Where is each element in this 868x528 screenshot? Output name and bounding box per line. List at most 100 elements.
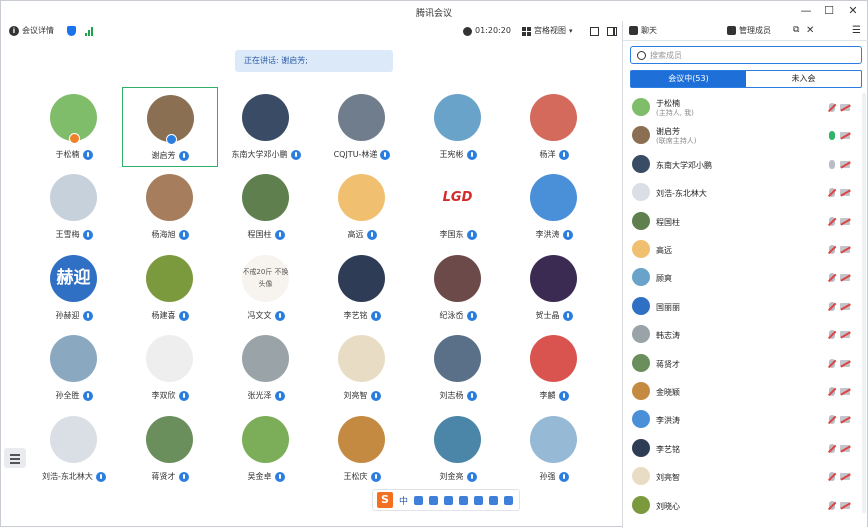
participant-tile[interactable]: 李艺铭 [314, 248, 410, 328]
participant-tile[interactable]: LGD 李国东 [410, 167, 506, 247]
camera-icon[interactable] [840, 160, 850, 168]
member-row[interactable]: 高远 [623, 235, 868, 263]
member-row[interactable]: 刘亮智 [623, 462, 868, 490]
microphone-icon[interactable] [829, 358, 835, 368]
member-search-input[interactable] [650, 50, 850, 60]
participant-tile[interactable]: 吴金卓 [218, 409, 314, 489]
participant-tile[interactable]: CQJTU-林递 [314, 87, 410, 167]
participant-tile[interactable]: 王雪梅 [26, 167, 122, 247]
camera-icon[interactable] [840, 104, 850, 111]
camera-icon[interactable] [840, 359, 850, 367]
member-row[interactable]: 刘晓心 [623, 491, 868, 519]
member-row[interactable]: 程国柱 [623, 207, 868, 235]
microphone-icon[interactable] [829, 188, 835, 198]
participant-tile[interactable]: 王宪彬 [410, 87, 506, 167]
member-row[interactable]: 李洪涛 [623, 405, 868, 433]
participant-tile[interactable]: 谢启芳 [122, 87, 218, 167]
apps-icon[interactable] [489, 495, 499, 505]
participant-tile[interactable]: 杨海旭 [122, 167, 218, 247]
network-status[interactable] [85, 25, 93, 37]
participant-tile[interactable]: 蒋贤才 [122, 409, 218, 489]
panel-menu-icon[interactable]: ☰ [852, 25, 861, 36]
skin-icon[interactable] [459, 495, 469, 505]
camera-icon[interactable] [840, 217, 850, 225]
participant-tile[interactable]: 于松楠 [26, 87, 122, 167]
participant-tile[interactable]: 张光泽 [218, 328, 314, 408]
member-list-scrollbar[interactable] [862, 93, 866, 513]
camera-icon[interactable] [840, 444, 850, 452]
member-search-box[interactable] [630, 46, 862, 64]
participant-tile[interactable]: 刘亮智 [314, 328, 410, 408]
tab-chat[interactable]: 聊天 [629, 25, 657, 36]
participant-tile[interactable]: 李麟 [506, 328, 602, 408]
microphone-icon[interactable] [829, 245, 835, 254]
keyboard-icon[interactable] [444, 495, 454, 505]
filter-not-joined[interactable]: 未入会 [746, 71, 861, 87]
participant-tile[interactable]: 东南大学邓小鹏 [218, 87, 314, 167]
member-row[interactable]: 金晓颖 [623, 377, 868, 405]
maximize-icon[interactable]: ☐ [822, 4, 836, 18]
camera-icon[interactable] [840, 331, 850, 339]
camera-icon[interactable] [840, 132, 850, 140]
microphone-icon[interactable] [829, 273, 835, 283]
member-row[interactable]: 东南大学邓小鹏 [623, 150, 868, 178]
participant-tile[interactable]: 刘浩-东北林大 [26, 409, 122, 489]
member-row[interactable]: 谢启芳 (联席主持人) [623, 121, 868, 149]
member-row[interactable]: 韩志涛 [623, 320, 868, 348]
participant-tile[interactable]: 李洪涛 [506, 167, 602, 247]
participant-tile[interactable]: 不戒20斤 不换头像 冯文文 [218, 248, 314, 328]
minimize-icon[interactable]: — [799, 4, 813, 18]
microphone-icon[interactable] [429, 495, 439, 505]
filter-in-meeting[interactable]: 会议中(53) [631, 71, 746, 87]
participant-tile[interactable]: 杨洋 [506, 87, 602, 167]
microphone-icon[interactable] [829, 472, 835, 482]
ime-lang-toggle[interactable]: 中 [399, 494, 408, 507]
participant-tile[interactable]: 刘金亮 [410, 409, 506, 489]
camera-icon[interactable] [840, 473, 850, 481]
close-panel-icon[interactable]: ✕ [806, 25, 814, 36]
more-menu-button[interactable] [4, 448, 26, 468]
view-mode-dropdown[interactable]: 宫格视图 ▾ [522, 25, 573, 37]
participant-tile[interactable]: 李双欣 [122, 328, 218, 408]
microphone-icon[interactable] [829, 301, 835, 311]
toggle-panel-button[interactable] [607, 25, 617, 37]
member-row[interactable]: 顾爽 [623, 263, 868, 291]
participant-tile[interactable]: 杨建喜 [122, 248, 218, 328]
fullscreen-button[interactable] [590, 25, 599, 37]
close-icon[interactable]: ✕ [846, 4, 860, 18]
camera-icon[interactable] [840, 416, 850, 424]
participant-tile[interactable]: 孙强 [506, 409, 602, 489]
member-row[interactable]: 刘浩-东北林大 [623, 178, 868, 206]
microphone-icon[interactable] [829, 500, 835, 510]
participant-tile[interactable]: 王松庆 [314, 409, 410, 489]
participant-tile[interactable]: 纪泳岙 [410, 248, 506, 328]
microphone-icon[interactable] [829, 131, 835, 141]
participant-tile[interactable]: 赫迎 孙赫迎 [26, 248, 122, 328]
settings-icon[interactable] [504, 495, 514, 505]
member-row[interactable]: 国丽丽 [623, 292, 868, 320]
tab-members[interactable]: 管理成员 [727, 25, 771, 36]
camera-icon[interactable] [840, 302, 850, 310]
microphone-icon[interactable] [829, 415, 835, 425]
microphone-icon[interactable] [829, 216, 835, 226]
camera-icon[interactable] [840, 388, 850, 395]
microphone-icon[interactable] [829, 330, 835, 340]
microphone-icon[interactable] [829, 159, 835, 169]
microphone-icon[interactable] [829, 103, 835, 112]
participant-tile[interactable]: 刘志杨 [410, 328, 506, 408]
participant-tile[interactable]: 程国柱 [218, 167, 314, 247]
microphone-icon[interactable] [829, 387, 835, 396]
microphone-icon[interactable] [829, 443, 835, 453]
camera-icon[interactable] [840, 189, 850, 197]
punctuation-icon[interactable] [414, 495, 424, 505]
member-row[interactable]: 蒋贤才 [623, 349, 868, 377]
camera-icon[interactable] [840, 246, 850, 253]
popout-icon[interactable]: ⧉ [793, 25, 799, 35]
participant-tile[interactable]: 高远 [314, 167, 410, 247]
member-row[interactable]: 李艺铭 [623, 434, 868, 462]
camera-icon[interactable] [840, 501, 850, 509]
member-row[interactable]: 于松楠 (主持人, 我) [623, 93, 868, 121]
toolbox-icon[interactable] [474, 495, 484, 505]
participant-tile[interactable]: 孙全胜 [26, 328, 122, 408]
meeting-info-button[interactable]: i 会议详情 [9, 25, 54, 37]
